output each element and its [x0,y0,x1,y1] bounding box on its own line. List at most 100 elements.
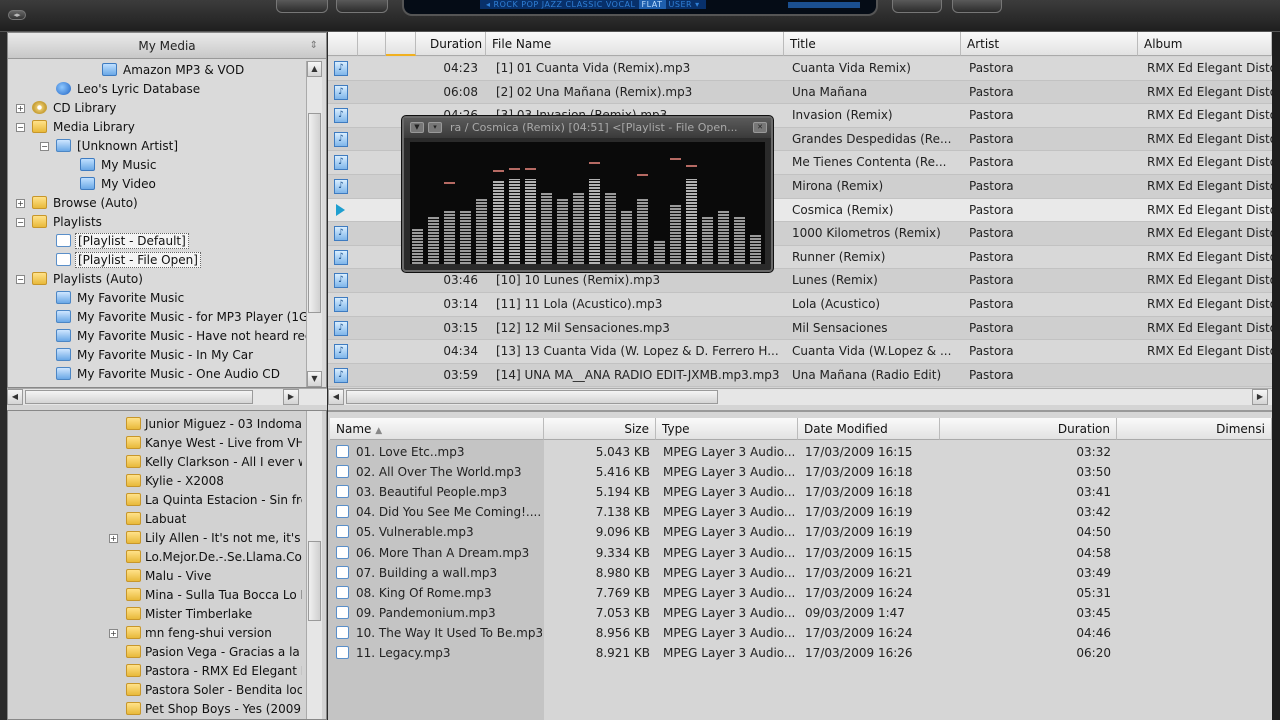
collapse-icon[interactable]: − [16,275,25,284]
browser-col-name[interactable]: Name ▲ [330,418,544,440]
file-row[interactable]: 06. More Than A Dream.mp3 9.334 KB MPEG La… [328,543,1272,563]
browser-col-type[interactable]: Type [656,418,798,440]
file-row[interactable]: 10. The Way It Used To Be.mp3 8.956 KB MPE… [328,623,1272,643]
file-row[interactable]: 05. Vulnerable.mp3 9.096 KB MPEG Layer 3 A… [328,522,1272,542]
tree-item[interactable]: My Favorite Music [56,289,186,308]
col-header-blank[interactable] [358,32,386,56]
col-header-icon[interactable] [328,32,358,56]
folder-item[interactable]: Junior Miguez - 03 Indomal [126,415,302,434]
toolbar-button-2[interactable] [336,0,388,13]
hscroll-thumb[interactable] [25,390,253,404]
folder-item[interactable]: Lo.Mejor.De.-.Se.Llama.Co [126,548,302,567]
tree-header[interactable]: My Media ⇕ [8,33,326,59]
playlist-scroll-left-icon[interactable]: ◀ [328,389,344,405]
tree-item[interactable]: Leo's Lyric Database [56,80,202,99]
collapse-icon[interactable]: − [16,123,25,132]
playlist-row[interactable]: ♪ 06:08 [2] 02 Una Mañana (Remix).mp3 Una M… [328,80,1272,105]
folder-item[interactable]: Mister Timberlake [126,605,302,624]
folder-item[interactable]: Mina - Sulla Tua Bocca Lo D [126,586,302,605]
col-header-title[interactable]: Title [784,32,961,56]
toolbar-button-3[interactable] [892,0,942,13]
browser-col-dimension[interactable]: Dimensi [1117,418,1272,440]
eq-presets-left[interactable]: ◂ ROCK POP JAZZ CLASSIC VOCAL [486,0,635,9]
file-row[interactable]: 09. Pandemonium.mp3 7.053 KB MPEG Layer 3 … [328,603,1272,623]
scroll-right-icon[interactable]: ▶ [283,389,299,405]
tree-item[interactable]: Media Library [32,118,137,137]
playlist-scroll-right-icon[interactable]: ▶ [1252,389,1268,405]
visualizer-titlebar[interactable]: ▼ ▾ ra / Cosmica (Remix) [04:51] <[Playl… [404,118,771,138]
scroll-thumb[interactable] [308,113,321,313]
playlist-row[interactable]: ♪ 04:34 [13] 13 Cuanta Vida (W. Lopez & D.… [328,340,1272,364]
file-row[interactable]: 04. Did You See Me Coming!.... 7.138 KB MP… [328,502,1272,522]
tree-item[interactable]: [Playlist - File Open] [56,251,201,270]
sort-icon[interactable]: ⇕ [310,33,318,59]
tree-item[interactable]: Browse (Auto) [32,194,140,213]
playlist-hscroll-thumb[interactable] [346,390,718,404]
col-header-artist[interactable]: Artist [961,32,1138,56]
scroll-left-icon[interactable]: ◀ [7,389,23,405]
file-row[interactable]: 11. Legacy.mp3 8.921 KB MPEG Layer 3 Audio… [328,643,1272,663]
tree-item[interactable]: My Favorite Music - One Audio CD [56,365,282,384]
browser-col-size[interactable]: Size [544,418,656,440]
expand-icon[interactable]: + [16,104,25,113]
folder-item[interactable]: Pet Shop Boys - Yes (2009 [126,700,302,719]
toolbar-button-4[interactable] [952,0,1002,13]
playlist-horizontal-scrollbar[interactable]: ◀ ▶ [328,388,1272,405]
tree-item[interactable]: Playlists (Auto) [32,270,145,289]
folder-item[interactable]: mn feng-shui version [126,624,302,643]
collapse-toggle-icon[interactable]: ◂▸ [8,10,26,20]
folder-item[interactable]: Pasion Vega - Gracias a la v [126,643,302,662]
browser-col-duration[interactable]: Duration [940,418,1117,440]
collapse-icon[interactable]: − [16,218,25,227]
tree-horizontal-scrollbar[interactable]: ◀ ▶ [7,388,327,405]
expand-icon[interactable]: + [109,629,118,638]
expand-icon[interactable]: + [109,534,118,543]
tree-item[interactable]: My Favorite Music - for MP3 Player (1GB [56,308,319,327]
toolbar-button-1[interactable] [276,0,328,13]
scroll-up-icon[interactable]: ▲ [307,61,322,77]
tree-item[interactable]: CD Library [32,99,118,118]
col-header-filename[interactable]: File Name [486,32,784,56]
tree-item[interactable]: My Favorite Music - Have not heard rec [56,327,313,346]
folder-scroll-thumb[interactable] [308,541,321,621]
folder-vertical-scrollbar[interactable] [306,411,322,719]
tree-item[interactable]: Amazon MP3 & VOD [102,61,246,80]
vis-close-icon[interactable]: ✕ [753,122,767,133]
folder-item[interactable]: Kanye West - Live from VH [126,434,302,453]
vis-menu-icon[interactable]: ▼ [410,122,424,133]
folder-item[interactable]: Lily Allen - It's not me, it's y [126,529,302,548]
folder-item[interactable]: Kylie - X2008 [126,472,302,491]
eq-selected-preset[interactable]: FLAT [638,0,666,9]
col-header-duration[interactable]: Duration [416,32,486,56]
file-row[interactable]: 08. King Of Rome.mp3 7.769 KB MPEG Layer 3… [328,583,1272,603]
playlist-row[interactable]: ♪ 03:14 [11] 11 Lola (Acustico).mp3 Lola (A… [328,293,1272,317]
playlist-row[interactable]: ♪ 03:59 [14] UNA MA__ANA RADIO EDIT-JXMB.m… [328,363,1272,388]
eq-presets[interactable]: ◂ ROCK POP JAZZ CLASSIC VOCAL FLAT USER … [480,0,706,9]
folder-item[interactable]: La Quinta Estacion - Sin fre [126,491,302,510]
tree-vertical-scrollbar[interactable]: ▲ ▼ [306,61,322,387]
scroll-down-icon[interactable]: ▼ [307,371,322,387]
eq-slider[interactable] [788,2,860,8]
playlist-row[interactable]: ♪ 04:23 [1] 01 Cuanta Vida (Remix).mp3 Cuan… [328,57,1272,81]
expand-icon[interactable]: + [16,199,25,208]
tree-item[interactable]: My Video [80,175,158,194]
eq-presets-right[interactable]: USER ▾ [669,0,700,9]
tree-item[interactable]: My Favorite Music - In My Car [56,346,255,365]
visualizer-window[interactable]: ▼ ▾ ra / Cosmica (Remix) [04:51] <[Playl… [402,116,773,272]
vis-minimize-icon[interactable]: ▾ [428,122,442,133]
file-row[interactable]: 03. Beautiful People.mp3 5.194 KB MPEG Lay… [328,482,1272,502]
folder-item[interactable]: Pastora - RMX Ed Elegant D [126,662,302,681]
folder-item[interactable]: Kelly Clarkson - All I ever w [126,453,302,472]
col-header-album[interactable]: Album [1138,32,1272,56]
file-row[interactable]: 01. Love Etc..mp3 5.043 KB MPEG Layer 3 Au… [328,442,1272,462]
tree-item[interactable]: My Music [80,156,158,175]
browser-col-date[interactable]: Date Modified [798,418,940,440]
folder-item[interactable]: Pastora Soler - Bendita locu [126,681,302,700]
col-header-rating[interactable] [386,32,416,56]
playlist-row[interactable]: ♪ 03:46 [10] 10 Lunes (Remix).mp3 Lunes (Re… [328,269,1272,293]
playlist-row[interactable]: ♪ 03:15 [12] 12 Mil Sensaciones.mp3 Mil Sen… [328,316,1272,341]
folder-item[interactable]: Malu - Vive [126,567,302,586]
file-row[interactable]: 07. Building a wall.mp3 8.980 KB MPEG Laye… [328,563,1272,583]
tree-item[interactable]: [Playlist - Default] [56,232,189,251]
tree-item[interactable]: [Unknown Artist] [56,137,180,156]
